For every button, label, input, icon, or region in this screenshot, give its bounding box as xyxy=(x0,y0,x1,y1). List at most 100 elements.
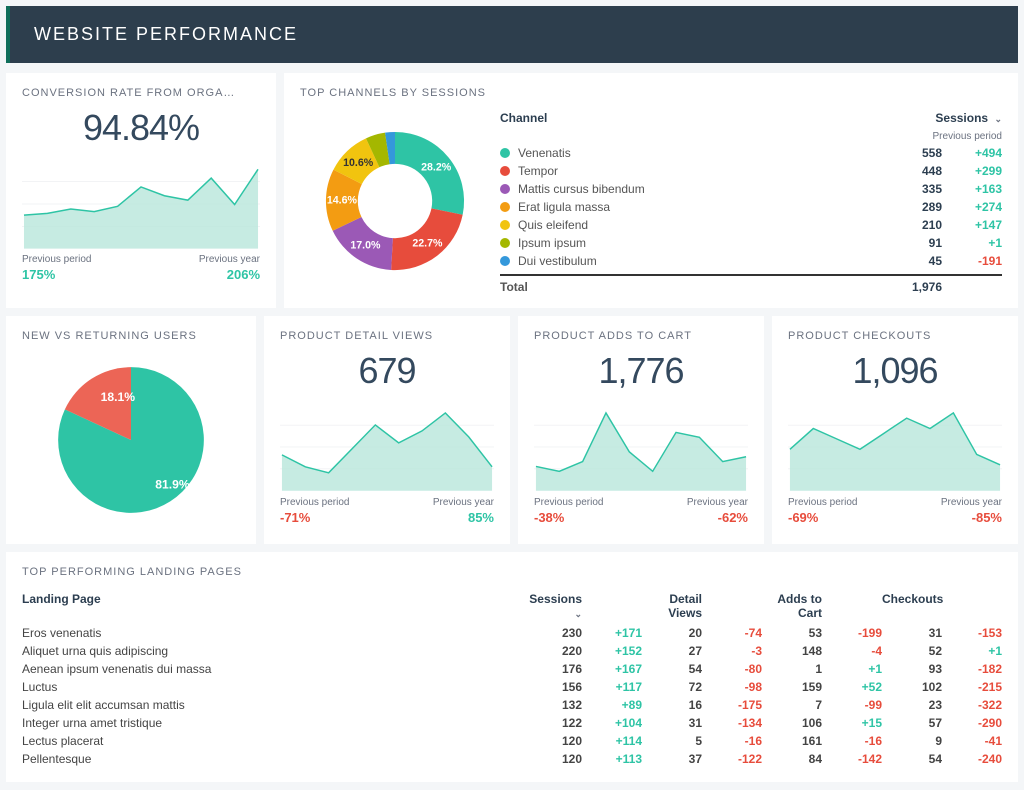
channel-row[interactable]: Quis eleifend210+147 xyxy=(500,216,1002,234)
channel-name: Erat ligula massa xyxy=(518,200,882,214)
checkouts-value: 9 xyxy=(882,734,942,748)
card-title: NEW VS RETURNING USERS xyxy=(22,330,240,342)
channel-row[interactable]: Ipsum ipsum91+1 xyxy=(500,234,1002,252)
col-landing-page[interactable]: Landing Page xyxy=(22,592,522,620)
sessions-value: 122 xyxy=(522,716,582,730)
legend-dot xyxy=(500,220,510,230)
channels-table: Channel Sessions ⌄ Previous period Venen… xyxy=(500,107,1002,294)
sessions-value: 120 xyxy=(522,734,582,748)
channel-row[interactable]: Tempor448+299 xyxy=(500,162,1002,180)
previous-period-value: 175% xyxy=(22,267,91,282)
views-value: 54 xyxy=(642,662,702,676)
previous-period-value: -71% xyxy=(280,510,349,525)
channel-delta: -191 xyxy=(942,254,1002,268)
channels-total-row: Total 1,976 xyxy=(500,274,1002,294)
channel-sessions: 289 xyxy=(882,200,942,214)
col-sessions-label: Sessions xyxy=(935,111,988,125)
svg-text:10.6%: 10.6% xyxy=(343,156,374,168)
card-title: PRODUCT DETAIL VIEWS xyxy=(280,330,494,342)
landing-page-row[interactable]: Ligula elit elit accumsan mattis132+8916… xyxy=(22,696,1002,714)
previous-period-value: -38% xyxy=(534,510,603,525)
metric-value: 1,776 xyxy=(534,350,748,392)
legend-dot xyxy=(500,256,510,266)
adds-value: 106 xyxy=(762,716,822,730)
views-delta: -3 xyxy=(702,644,762,658)
channel-name: Mattis cursus bibendum xyxy=(518,182,882,196)
channel-delta: +1 xyxy=(942,236,1002,250)
views-delta: -16 xyxy=(702,734,762,748)
col-checkouts[interactable]: Checkouts xyxy=(882,592,943,620)
previous-year-value: -62% xyxy=(687,510,748,525)
metric-value: 1,096 xyxy=(788,350,1002,392)
channel-sessions: 210 xyxy=(882,218,942,232)
landing-page-name: Luctus xyxy=(22,680,522,694)
checkouts-value: 54 xyxy=(882,752,942,766)
total-value: 1,976 xyxy=(882,280,942,294)
landing-page-row[interactable]: Integer urna amet tristique122+10431-134… xyxy=(22,714,1002,732)
svg-text:18.1%: 18.1% xyxy=(101,390,136,404)
svg-text:81.9%: 81.9% xyxy=(155,478,190,492)
previous-period-block: Previous period-38% xyxy=(534,497,603,525)
landing-page-row[interactable]: Lectus placerat120+1145-16161-169-41 xyxy=(22,732,1002,750)
col-channel[interactable]: Channel xyxy=(500,111,547,125)
legend-dot xyxy=(500,148,510,158)
checkouts-value: 23 xyxy=(882,698,942,712)
previous-period-value: -69% xyxy=(788,510,857,525)
card-product-detail-views: PRODUCT DETAIL VIEWS679Previous period-7… xyxy=(264,316,510,544)
views-value: 31 xyxy=(642,716,702,730)
col-adds-to-cart[interactable]: Adds to Cart xyxy=(762,592,822,620)
sessions-value: 230 xyxy=(522,626,582,640)
previous-year-block: Previous year85% xyxy=(433,497,494,525)
legend-dot xyxy=(500,184,510,194)
metric-sparkline xyxy=(534,402,748,492)
conversion-sparkline xyxy=(22,159,260,249)
channel-name: Dui vestibulum xyxy=(518,254,882,268)
views-delta: -175 xyxy=(702,698,762,712)
sessions-value: 176 xyxy=(522,662,582,676)
sessions-delta: +167 xyxy=(582,662,642,676)
card-top-channels: TOP CHANNELS BY SESSIONS 28.2%22.7%17.0%… xyxy=(284,73,1018,308)
col-sessions-sort[interactable]: Sessions ⌄ xyxy=(935,111,1002,125)
landing-page-row[interactable]: Aenean ipsum venenatis dui massa176+1675… xyxy=(22,660,1002,678)
metric-value: 679 xyxy=(280,350,494,392)
svg-text:14.6%: 14.6% xyxy=(327,194,358,206)
landing-page-row[interactable]: Pellentesque120+11337-12284-14254-240 xyxy=(22,750,1002,768)
adds-delta: -4 xyxy=(822,644,882,658)
card-title: CONVERSION RATE FROM ORGA… xyxy=(22,87,260,99)
channel-row[interactable]: Mattis cursus bibendum335+163 xyxy=(500,180,1002,198)
landing-table-header: Landing Page Sessions⌄ Detail Views Adds… xyxy=(22,586,1002,624)
sessions-delta: +113 xyxy=(582,752,642,766)
checkouts-value: 93 xyxy=(882,662,942,676)
landing-page-name: Pellentesque xyxy=(22,752,522,766)
views-delta: -122 xyxy=(702,752,762,766)
sessions-value: 156 xyxy=(522,680,582,694)
total-label: Total xyxy=(500,280,882,294)
landing-page-row[interactable]: Eros venenatis230+17120-7453-19931-153 xyxy=(22,624,1002,642)
card-title: PRODUCT CHECKOUTS xyxy=(788,330,1002,342)
channel-name: Ipsum ipsum xyxy=(518,236,882,250)
sessions-delta: +104 xyxy=(582,716,642,730)
sessions-value: 220 xyxy=(522,644,582,658)
col-detail-views[interactable]: Detail Views xyxy=(642,592,702,620)
views-value: 16 xyxy=(642,698,702,712)
previous-year-value: -85% xyxy=(941,510,1002,525)
col-sessions-sort[interactable]: Sessions⌄ xyxy=(522,592,582,620)
landing-page-name: Lectus placerat xyxy=(22,734,522,748)
landing-page-row[interactable]: Aliquet urna quis adipiscing220+15227-31… xyxy=(22,642,1002,660)
landing-page-name: Aenean ipsum venenatis dui massa xyxy=(22,662,522,676)
adds-value: 1 xyxy=(762,662,822,676)
channel-row[interactable]: Venenatis558+494 xyxy=(500,144,1002,162)
sessions-delta: +152 xyxy=(582,644,642,658)
checkouts-delta: -322 xyxy=(942,698,1002,712)
previous-year-block: Previous year-85% xyxy=(941,497,1002,525)
chevron-down-icon: ⌄ xyxy=(994,114,1002,125)
checkouts-value: 31 xyxy=(882,626,942,640)
channel-row[interactable]: Erat ligula massa289+274 xyxy=(500,198,1002,216)
channel-row[interactable]: Dui vestibulum45-191 xyxy=(500,252,1002,270)
sessions-value: 132 xyxy=(522,698,582,712)
checkouts-value: 102 xyxy=(882,680,942,694)
channel-name: Venenatis xyxy=(518,146,882,160)
landing-page-row[interactable]: Luctus156+11772-98159+52102-215 xyxy=(22,678,1002,696)
legend-dot xyxy=(500,202,510,212)
sessions-delta: +114 xyxy=(582,734,642,748)
